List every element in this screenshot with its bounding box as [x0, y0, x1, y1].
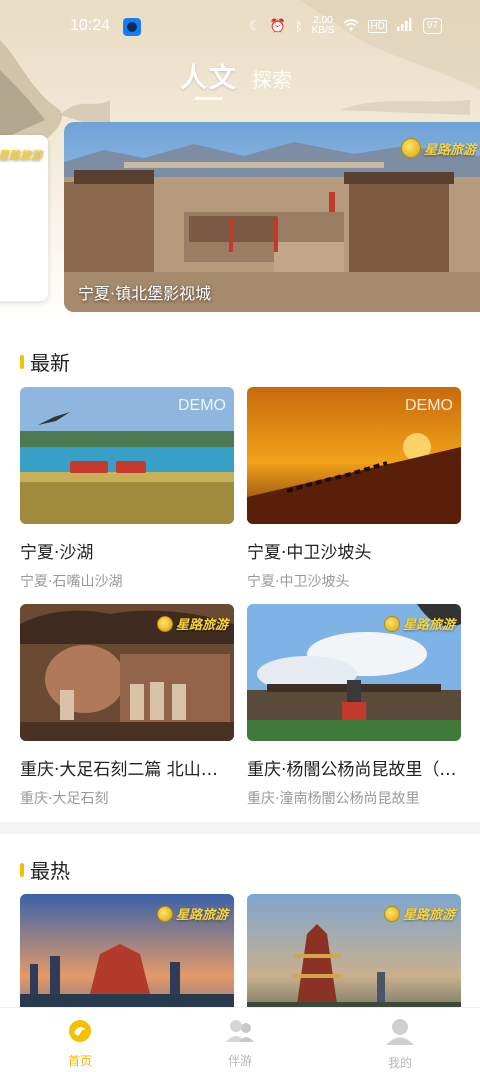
- card-sand-lake[interactable]: DEMO 宁夏·沙湖 宁夏·石嘴山沙湖: [20, 387, 234, 591]
- section-title-text: 最热: [30, 859, 70, 883]
- card-subtitle: 宁夏·中卫沙坡头: [247, 574, 350, 590]
- section-marker: [20, 862, 24, 877]
- brand-logo-icon: [156, 905, 173, 922]
- card-title: 重庆·大足石刻二篇 北山石刻: [20, 760, 234, 780]
- brand-logo-icon: [383, 905, 400, 922]
- card-subtitle: 重庆·潼南杨闇公杨尚昆故里: [247, 791, 420, 807]
- nav-home[interactable]: 首页: [0, 1008, 160, 1072]
- brand-logo-text: 星路旅游: [175, 908, 228, 923]
- card-title: 重庆·杨闇公杨尚昆故里（潼南）: [247, 760, 461, 780]
- banner-caption: 宁夏·镇北堡影视城: [78, 284, 212, 303]
- brand-logo: 星路旅游: [156, 614, 228, 633]
- card-image: DEMO: [247, 387, 461, 524]
- card-title: 宁夏·沙湖: [20, 543, 94, 563]
- section-divider: [0, 822, 480, 834]
- app-notification-icon: [123, 18, 141, 36]
- status-icons: ☾ ⏰ ᛒ 2.00 KB/S HD 97: [249, 16, 442, 36]
- card-image: 星路旅游: [20, 604, 234, 741]
- card-title: 宁夏·中卫沙坡头: [247, 543, 372, 563]
- tab-explore[interactable]: 探索: [252, 64, 292, 93]
- demo-badge: DEMO: [405, 397, 453, 414]
- brand-logo: 星路旅游: [400, 138, 476, 158]
- brand-logo-text: 星路旅游: [0, 149, 42, 162]
- nav-label: 伴游: [227, 1054, 252, 1068]
- network-speed: 2.00 KB/S: [311, 15, 335, 36]
- nav-profile[interactable]: 我的: [320, 1008, 480, 1072]
- bottom-navigation: 首页 伴游 我的: [0, 1007, 480, 1072]
- banner-previous-slide[interactable]: 星路旅游: [0, 135, 48, 301]
- signal-icon: [396, 17, 414, 35]
- section-title-latest: 最新: [20, 347, 70, 376]
- brand-logo: 星路旅游: [383, 614, 455, 633]
- brand-logo-text: 星路旅游: [423, 142, 476, 158]
- brand-logo: 星路旅游: [0, 147, 42, 163]
- card-yang-hometown[interactable]: 星路旅游 重庆·杨闇公杨尚昆故里（潼南） 重庆·潼南杨闇公杨尚昆故里: [247, 604, 461, 808]
- brand-logo-text: 星路旅游: [402, 618, 455, 633]
- moon-icon: ☾: [248, 18, 261, 33]
- hd-icon: HD: [368, 19, 387, 33]
- bluetooth-icon: ᛒ: [294, 18, 303, 34]
- brand-logo: 星路旅游: [156, 904, 228, 923]
- card-shapotou[interactable]: DEMO 宁夏·中卫沙坡头 宁夏·中卫沙坡头: [247, 387, 461, 591]
- brand-logo-icon: [383, 615, 400, 632]
- profile-icon: [385, 1018, 415, 1050]
- brand-logo: 星路旅游: [383, 904, 455, 923]
- tab-humanities[interactable]: 人文: [180, 56, 238, 95]
- nav-label: 首页: [67, 1054, 92, 1068]
- status-time: 10:24: [70, 17, 111, 34]
- home-icon: [67, 1018, 93, 1048]
- section-marker: [20, 354, 24, 369]
- brand-logo-icon: [400, 138, 421, 158]
- brand-logo-text: 星路旅游: [175, 618, 228, 633]
- brand-logo-text: 星路旅游: [402, 908, 455, 923]
- brand-logo-icon: [156, 615, 173, 632]
- section-title-hot: 最热: [20, 855, 70, 884]
- alarm-icon: ⏰: [269, 18, 286, 33]
- nav-companion[interactable]: 伴游: [160, 1008, 320, 1072]
- companion-icon: [224, 1018, 256, 1048]
- card-subtitle: 重庆·大足石刻: [20, 791, 109, 807]
- section-title-text: 最新: [30, 351, 70, 375]
- demo-badge: DEMO: [178, 397, 226, 414]
- banner-main-slide[interactable]: 星路旅游 宁夏·镇北堡影视城: [64, 122, 480, 312]
- active-tab-indicator: [195, 97, 223, 100]
- status-bar: 10:24 ☾ ⏰ ᛒ 2.00 KB/S HD 97: [0, 0, 480, 54]
- card-subtitle: 宁夏·石嘴山沙湖: [20, 574, 123, 590]
- wifi-icon: [343, 18, 359, 35]
- top-tabs: 人文 探索: [180, 56, 292, 95]
- card-image: 星路旅游: [247, 604, 461, 741]
- card-image: DEMO: [20, 387, 234, 524]
- battery-indicator: 97: [422, 18, 442, 34]
- nav-label: 我的: [387, 1056, 412, 1070]
- card-dazu-rock-carvings[interactable]: 星路旅游 重庆·大足石刻二篇 北山石刻 重庆·大足石刻: [20, 604, 234, 808]
